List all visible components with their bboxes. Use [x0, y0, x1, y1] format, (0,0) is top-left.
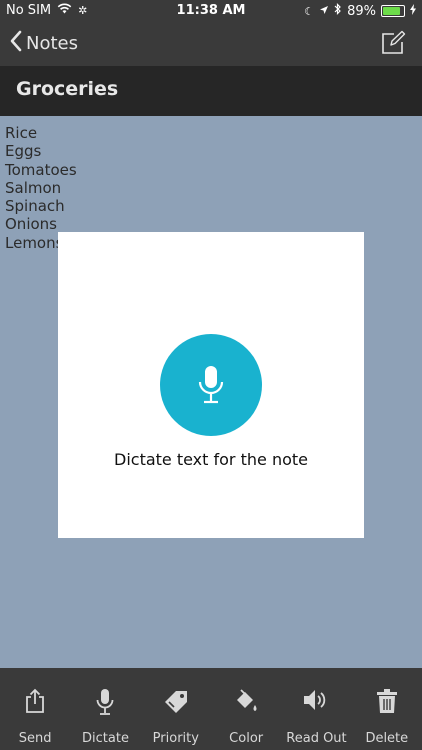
bottom-toolbar: Send Dictate Priority Color Read Out Del…	[0, 668, 422, 750]
read-out-button[interactable]: Read Out	[281, 668, 351, 750]
back-button[interactable]: Notes	[10, 30, 78, 57]
battery-fill	[383, 7, 400, 15]
note-title-bar: Groceries	[0, 66, 422, 116]
back-button-label: Notes	[26, 33, 78, 54]
location-arrow-icon	[319, 4, 329, 19]
read-out-label: Read Out	[286, 731, 347, 746]
nav-bar: Notes	[0, 22, 422, 66]
microphone-icon	[198, 366, 224, 404]
trash-icon	[376, 689, 397, 713]
compose-button[interactable]	[380, 30, 406, 56]
dictation-dialog: Dictate text for the note	[58, 232, 364, 538]
battery-percent: 89%	[347, 3, 376, 19]
charging-bolt-icon	[410, 3, 416, 19]
note-line: Tomatoes	[5, 160, 77, 179]
priority-label: Priority	[152, 731, 199, 746]
battery-icon	[381, 5, 405, 17]
color-button[interactable]: Color	[211, 668, 281, 750]
note-line: Salmon	[5, 178, 62, 197]
moon-icon: ☾	[304, 4, 315, 18]
status-bar: No SIM ✲ 11:38 AM ☾ 89%	[0, 0, 422, 22]
delete-label: Delete	[365, 731, 409, 746]
share-icon	[26, 688, 45, 713]
tag-icon	[164, 691, 187, 713]
bluetooth-icon	[334, 3, 342, 19]
priority-button[interactable]: Priority	[141, 668, 211, 750]
send-label: Send	[18, 731, 52, 746]
color-label: Color	[229, 731, 264, 746]
compose-icon	[380, 30, 406, 60]
note-line: Eggs	[5, 142, 42, 161]
dictate-button[interactable]: Dictate	[70, 668, 140, 750]
chevron-left-icon	[10, 30, 22, 57]
microphone-icon	[97, 689, 114, 715]
dictation-mic-button[interactable]	[160, 334, 262, 436]
note-line: Spinach	[5, 197, 65, 216]
send-button[interactable]: Send	[0, 668, 70, 750]
note-line: Rice	[5, 124, 38, 142]
speaker-icon	[304, 690, 326, 710]
delete-button[interactable]: Delete	[352, 668, 422, 750]
paint-bucket-icon	[237, 689, 257, 711]
dictation-label: Dictate text for the note	[114, 450, 308, 469]
status-right: ☾ 89%	[304, 3, 416, 19]
note-title[interactable]: Groceries	[16, 78, 118, 100]
dictate-label: Dictate	[82, 731, 129, 746]
